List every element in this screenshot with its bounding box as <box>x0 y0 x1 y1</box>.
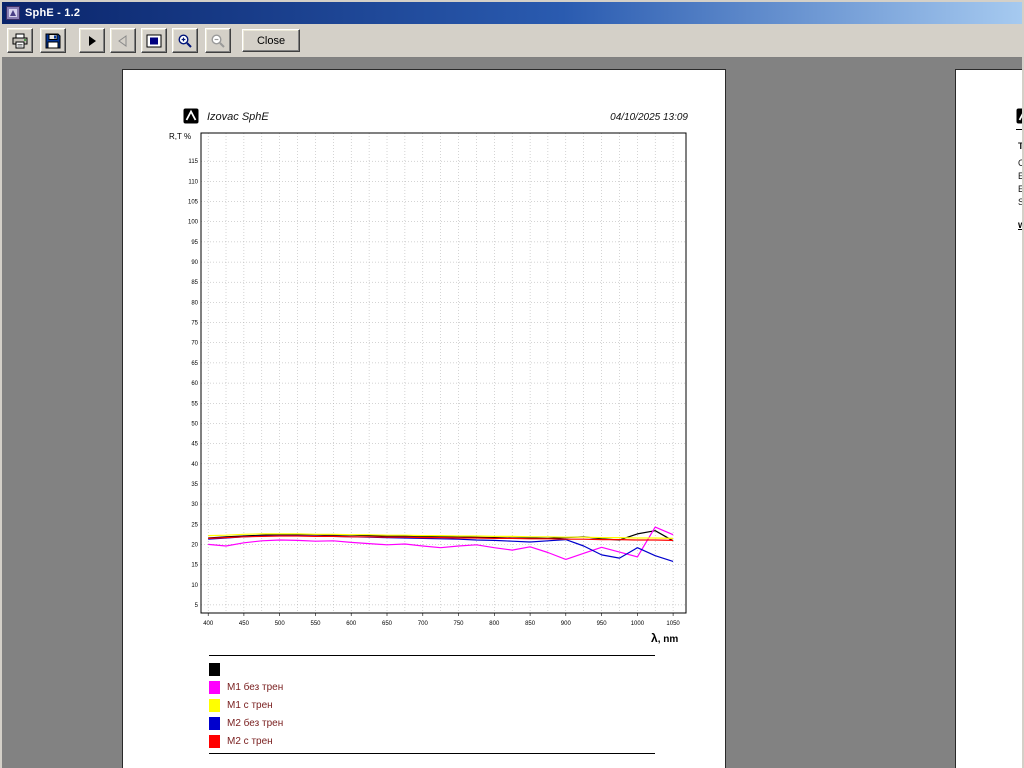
page-view-icon <box>146 34 162 47</box>
legend-label: M1 с трен <box>227 699 273 711</box>
back-previous-icon <box>118 34 127 47</box>
svg-text:5: 5 <box>195 603 199 609</box>
svg-text:450: 450 <box>239 621 250 627</box>
legend-row: M1 без трен <box>209 678 655 696</box>
svg-text:105: 105 <box>188 200 199 206</box>
svg-text:40: 40 <box>191 462 198 468</box>
legend-color-swatch <box>209 662 220 676</box>
report-datetime: 04/10/2025 13:09 <box>610 112 688 123</box>
svg-text:75: 75 <box>191 321 198 327</box>
svg-text:700: 700 <box>418 621 429 627</box>
app-icon <box>6 6 20 20</box>
preview-area: Izovac SphE 04/10/2025 13:09 R,T % 5 10 15… <box>2 58 1022 768</box>
next-page-text-line: C <box>1018 158 1022 168</box>
svg-text:50: 50 <box>191 421 198 427</box>
svg-text:95: 95 <box>191 240 198 246</box>
zoom-in-icon <box>178 33 192 48</box>
lambda-symbol: λ <box>651 631 658 645</box>
next-page-button[interactable] <box>79 28 105 53</box>
svg-text:600: 600 <box>346 621 357 627</box>
floppy-disk-icon <box>45 33 61 48</box>
toolbar: Close <box>2 24 1022 58</box>
svg-text:60: 60 <box>191 381 198 387</box>
svg-text:90: 90 <box>191 260 198 266</box>
printer-icon <box>12 33 28 48</box>
next-page-text-line: T <box>1018 141 1022 151</box>
legend-row <box>209 660 655 678</box>
whole-page-view-button[interactable] <box>141 28 167 53</box>
svg-text:750: 750 <box>453 621 464 627</box>
window-title: SphE - 1.2 <box>25 7 81 19</box>
svg-text:500: 500 <box>275 621 286 627</box>
x-axis-label: λ, nm <box>651 631 679 645</box>
svg-text:30: 30 <box>191 502 198 508</box>
titlebar[interactable]: SphE - 1.2 <box>2 2 1022 24</box>
svg-text:10: 10 <box>191 583 198 589</box>
svg-text:110: 110 <box>188 179 198 185</box>
chart-legend: M1 без трен M1 с трен M2 без трен M2 с трен <box>209 655 655 754</box>
next-report-page: TCEES w <box>955 69 1022 768</box>
svg-text:65: 65 <box>191 361 198 367</box>
svg-text:900: 900 <box>561 621 572 627</box>
legend-rows: M1 без трен M1 с трен M2 без трен M2 с трен <box>209 660 655 750</box>
report-app-name: Izovac SphE <box>207 111 269 123</box>
zoom-out-button[interactable] <box>205 28 231 53</box>
next-page-text-line: E <box>1018 184 1022 194</box>
svg-text:45: 45 <box>191 442 198 448</box>
legend-color-swatch <box>209 716 220 730</box>
zoom-out-icon <box>211 33 225 48</box>
play-next-icon <box>89 35 96 46</box>
svg-text:20: 20 <box>191 542 198 548</box>
legend-row: M1 с трен <box>209 696 655 714</box>
svg-text:15: 15 <box>191 563 198 569</box>
svg-text:70: 70 <box>191 341 198 347</box>
legend-label: M1 без трен <box>227 681 284 693</box>
zoom-in-button[interactable] <box>172 28 198 53</box>
legend-color-swatch <box>209 698 220 712</box>
save-button[interactable] <box>40 28 66 53</box>
svg-text:80: 80 <box>191 300 198 306</box>
legend-row: M2 без трен <box>209 714 655 732</box>
previous-page-button[interactable] <box>110 28 136 53</box>
chart-svg: 5 10 15 20 25 30 35 40 45 50 55 60 65 70 75 80 85 90 95 100… <box>188 132 687 627</box>
legend-color-swatch <box>209 734 220 748</box>
svg-text:25: 25 <box>191 522 198 528</box>
header-rule <box>1016 129 1022 130</box>
legend-row: M2 с трен <box>209 732 655 750</box>
y-axis-label: R,T % <box>169 132 192 141</box>
report-page: Izovac SphE 04/10/2025 13:09 R,T % 5 10 15… <box>122 69 726 768</box>
next-page-lines: TCEES <box>1018 140 1022 209</box>
izovac-logo-icon <box>1016 108 1022 129</box>
svg-text:100: 100 <box>188 220 199 226</box>
svg-text:800: 800 <box>489 621 500 627</box>
svg-text:1050: 1050 <box>666 621 680 627</box>
close-button-label: Close <box>256 34 286 47</box>
website-link[interactable]: w <box>1018 220 1022 231</box>
svg-text:85: 85 <box>191 280 198 286</box>
izovac-logo-icon <box>183 108 199 129</box>
svg-text:650: 650 <box>382 621 393 627</box>
svg-text:55: 55 <box>191 401 198 407</box>
close-button[interactable]: Close <box>242 29 300 52</box>
legend-label: M2 без трен <box>227 717 284 729</box>
svg-text:850: 850 <box>525 621 536 627</box>
legend-label: M2 с трен <box>227 735 273 747</box>
next-page-text-line: S <box>1018 197 1022 207</box>
legend-color-swatch <box>209 680 220 694</box>
svg-text:35: 35 <box>191 482 198 488</box>
svg-text:950: 950 <box>597 621 608 627</box>
print-button[interactable] <box>7 28 33 53</box>
svg-text:400: 400 <box>203 621 214 627</box>
next-page-text-line: E <box>1018 171 1022 181</box>
svg-text:550: 550 <box>310 621 321 627</box>
svg-text:1000: 1000 <box>631 621 645 627</box>
svg-text:115: 115 <box>188 159 198 165</box>
